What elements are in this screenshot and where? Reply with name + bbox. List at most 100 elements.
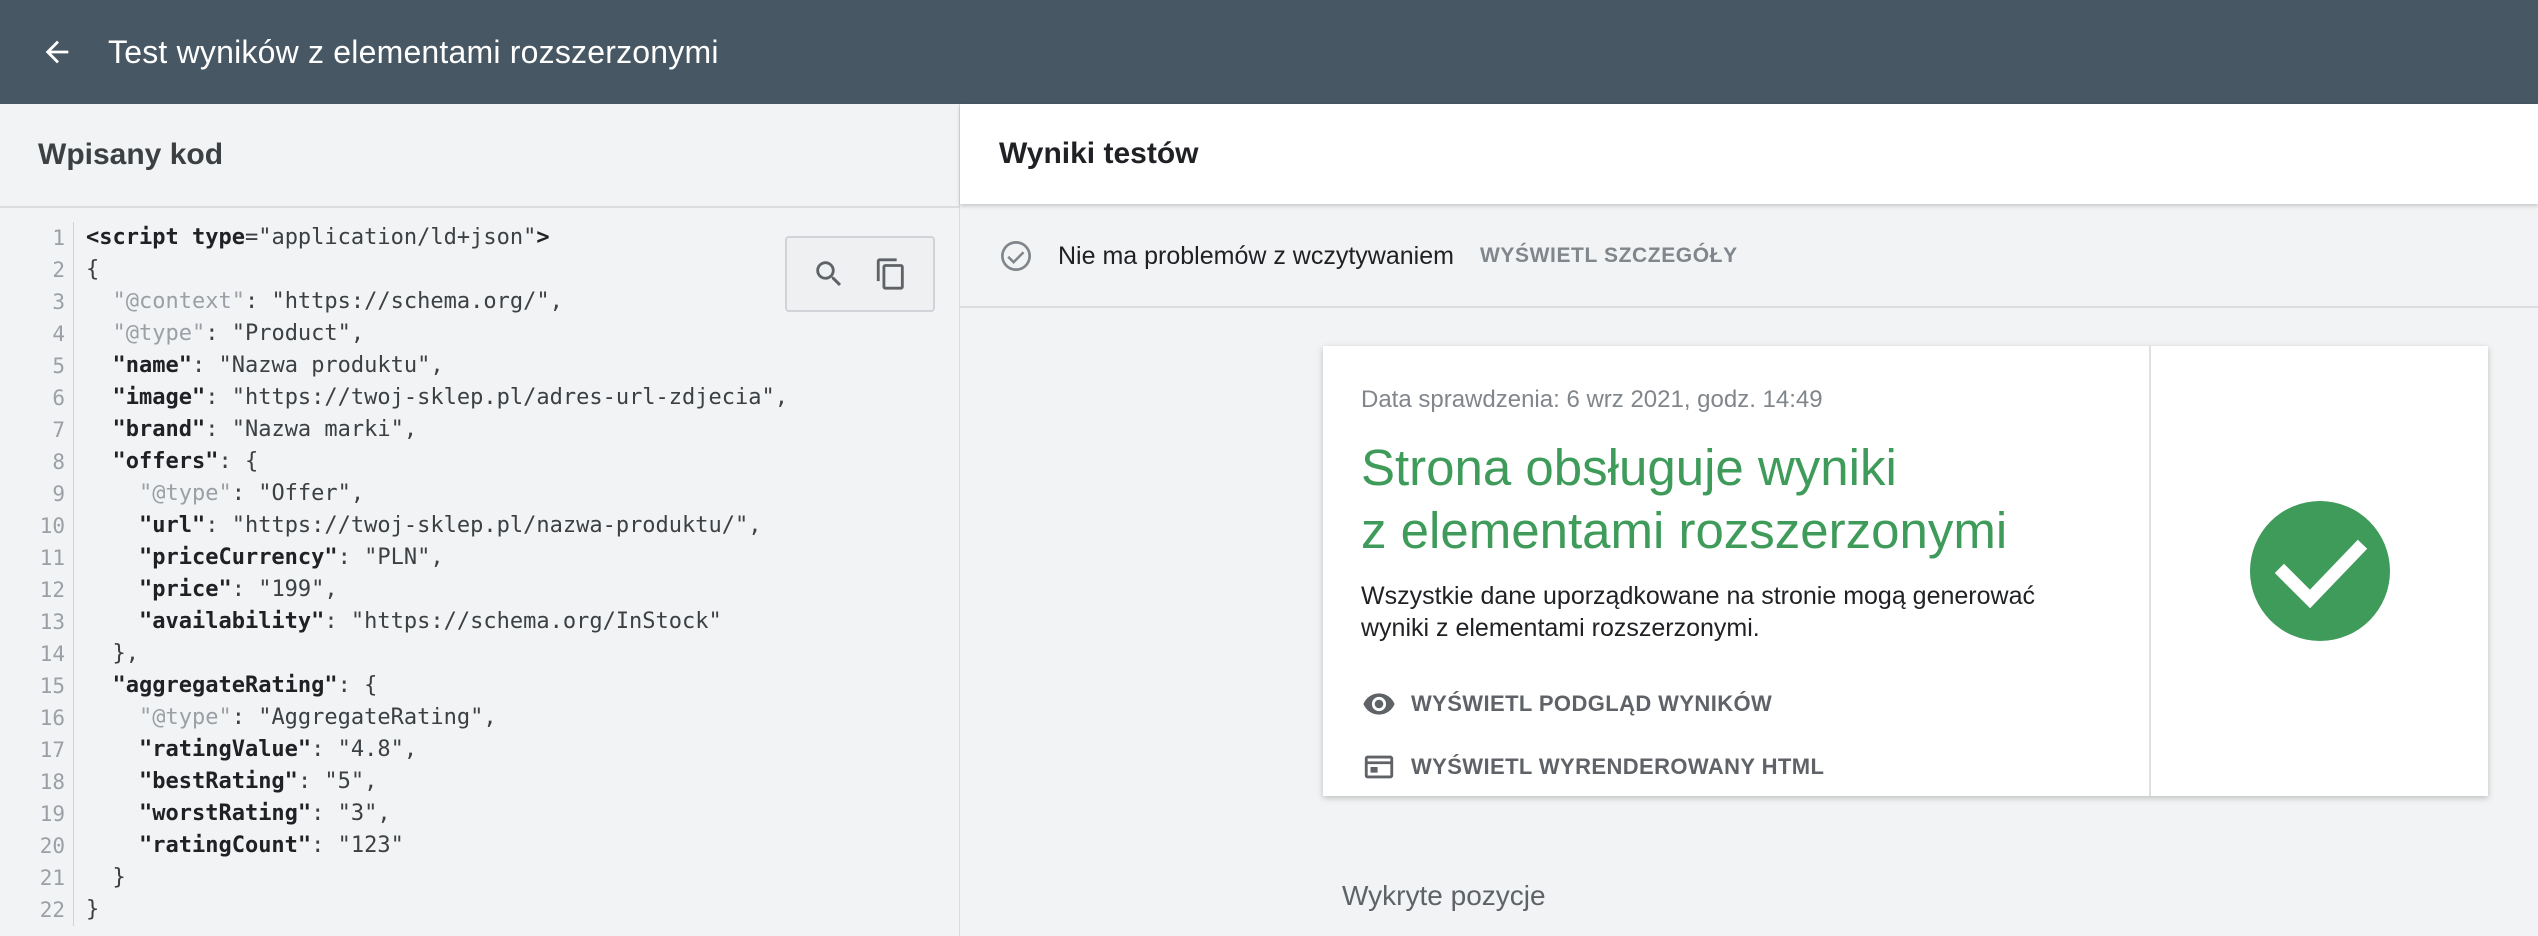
loading-status-row: Nie ma problemów z wczytywaniem WYŚWIETL… <box>960 206 2538 308</box>
code-panel-title: Wpisany kod <box>0 104 959 208</box>
results-panel-title: Wyniki testów <box>960 104 2538 204</box>
code-token: : "199", <box>231 577 338 602</box>
code-token: type <box>191 225 245 250</box>
line-number: 15 <box>0 670 74 702</box>
code-token: : { <box>218 449 259 474</box>
code-line: 10 "url": "https://twoj-sklep.pl/nazwa-p… <box>0 510 959 542</box>
search-icon[interactable] <box>809 254 849 294</box>
line-content: "@type": "Product", <box>74 318 365 350</box>
line-content: } <box>74 894 99 926</box>
check-circle-outline-icon <box>1001 241 1031 271</box>
page-title: Test wyników z elementami rozszerzonymi <box>108 33 719 70</box>
code-token: : { <box>337 673 378 698</box>
result-headline-line-2: z elementami rozszerzonymi <box>1361 502 2008 559</box>
code-line: 8 "offers": { <box>0 446 959 478</box>
code-line: 14 }, <box>0 638 959 670</box>
code-token: : "123" <box>311 833 404 858</box>
line-content: { <box>74 254 99 286</box>
code-token: "offers" <box>112 449 219 474</box>
view-rendered-html-button[interactable]: WYŚWIETL WYRENDEROWANY HTML <box>1361 745 2111 789</box>
code-token: : "Product", <box>205 321 365 346</box>
code-token: : "AggregateRating", <box>231 705 497 730</box>
line-number: 8 <box>0 446 74 478</box>
line-number: 17 <box>0 734 74 766</box>
line-number: 12 <box>0 574 74 606</box>
line-number: 21 <box>0 862 74 894</box>
code-token: : "Offer", <box>231 481 365 506</box>
line-number: 1 <box>0 222 74 254</box>
result-actions: WYŚWIETL PODGLĄD WYNIKÓW WYŚWIETL WYREND… <box>1361 682 2111 789</box>
code-token: "@context" <box>112 289 245 314</box>
view-results-preview-label: WYŚWIETL PODGLĄD WYNIKÓW <box>1411 691 1773 716</box>
line-content: "aggregateRating": { <box>74 670 378 702</box>
view-results-preview-button[interactable]: WYŚWIETL PODGLĄD WYNIKÓW <box>1361 682 2111 726</box>
line-number: 14 <box>0 638 74 670</box>
line-number: 19 <box>0 798 74 830</box>
line-content: "priceCurrency": "PLN", <box>74 542 444 574</box>
code-token: : "https://twoj-sklep.pl/adres-url-zdjec… <box>205 385 789 410</box>
code-line: 4 "@type": "Product", <box>0 318 959 350</box>
code-token: } <box>86 865 126 890</box>
code-editor[interactable]: 1 <script type="application/ld+json"> 2{3 … <box>0 208 959 926</box>
result-status-side <box>2151 346 2488 796</box>
code-token: "ratingCount" <box>138 833 312 858</box>
line-number: 22 <box>0 894 74 926</box>
code-token: "@type" <box>138 705 232 730</box>
line-content: "url": "https://twoj-sklep.pl/nazwa-prod… <box>74 510 762 542</box>
line-number: 20 <box>0 830 74 862</box>
line-content: "brand": "Nazwa marki", <box>74 414 418 446</box>
code-token: : "PLN", <box>337 545 444 570</box>
code-token: : "https://twoj-sklep.pl/nazwa-produktu/… <box>205 513 762 538</box>
code-line: 12 "price": "199", <box>0 574 959 606</box>
arrow-back-icon[interactable] <box>27 22 87 82</box>
line-number: 2 <box>0 254 74 286</box>
code-token: > <box>536 225 550 250</box>
code-line: 17 "ratingValue": "4.8", <box>0 734 959 766</box>
code-line: 9 "@type": "Offer", <box>0 478 959 510</box>
result-card: Data sprawdzenia: 6 wrz 2021, godz. 14:4… <box>1323 346 2488 796</box>
line-content: "image": "https://twoj-sklep.pl/adres-ur… <box>74 382 789 414</box>
code-token: }, <box>86 641 139 666</box>
results-panel: Wyniki testów Nie ma problemów z wczytyw… <box>960 104 2538 936</box>
code-token: "worstRating" <box>138 801 312 826</box>
code-token: ="application/ld+json" <box>244 225 537 250</box>
line-number: 16 <box>0 702 74 734</box>
code-token: "@type" <box>138 481 232 506</box>
code-token: "priceCurrency" <box>138 545 338 570</box>
code-token: "name" <box>112 353 192 378</box>
code-toolbar <box>785 236 935 312</box>
code-line: 6 "image": "https://twoj-sklep.pl/adres-… <box>0 382 959 414</box>
line-number: 7 <box>0 414 74 446</box>
line-content: "@type": "AggregateRating", <box>74 702 497 734</box>
app-header: Test wyników z elementami rozszerzonymi <box>0 0 2538 104</box>
code-line: 16 "@type": "AggregateRating", <box>0 702 959 734</box>
line-number: 18 <box>0 766 74 798</box>
code-token: : "4.8", <box>311 737 418 762</box>
code-token: "image" <box>112 385 206 410</box>
line-content: "@type": "Offer", <box>74 478 364 510</box>
code-token: } <box>86 897 100 922</box>
result-headline: Strona obsługuje wyniki z elementami roz… <box>1361 436 2111 562</box>
result-card-main: Data sprawdzenia: 6 wrz 2021, godz. 14:4… <box>1323 346 2151 796</box>
line-number: 10 <box>0 510 74 542</box>
code-token: { <box>86 257 100 282</box>
view-details-link[interactable]: WYŚWIETL SZCZEGÓŁY <box>1480 244 1738 268</box>
detected-items-heading: Wykryte pozycje <box>1342 880 1546 911</box>
copy-icon[interactable] <box>871 254 911 294</box>
code-token: "url" <box>138 513 206 538</box>
code-line: 21 } <box>0 862 959 894</box>
line-content: "name": "Nazwa produktu", <box>74 350 444 382</box>
code-token: : "Nazwa marki", <box>205 417 418 442</box>
line-content: "ratingCount": "123" <box>74 830 404 862</box>
